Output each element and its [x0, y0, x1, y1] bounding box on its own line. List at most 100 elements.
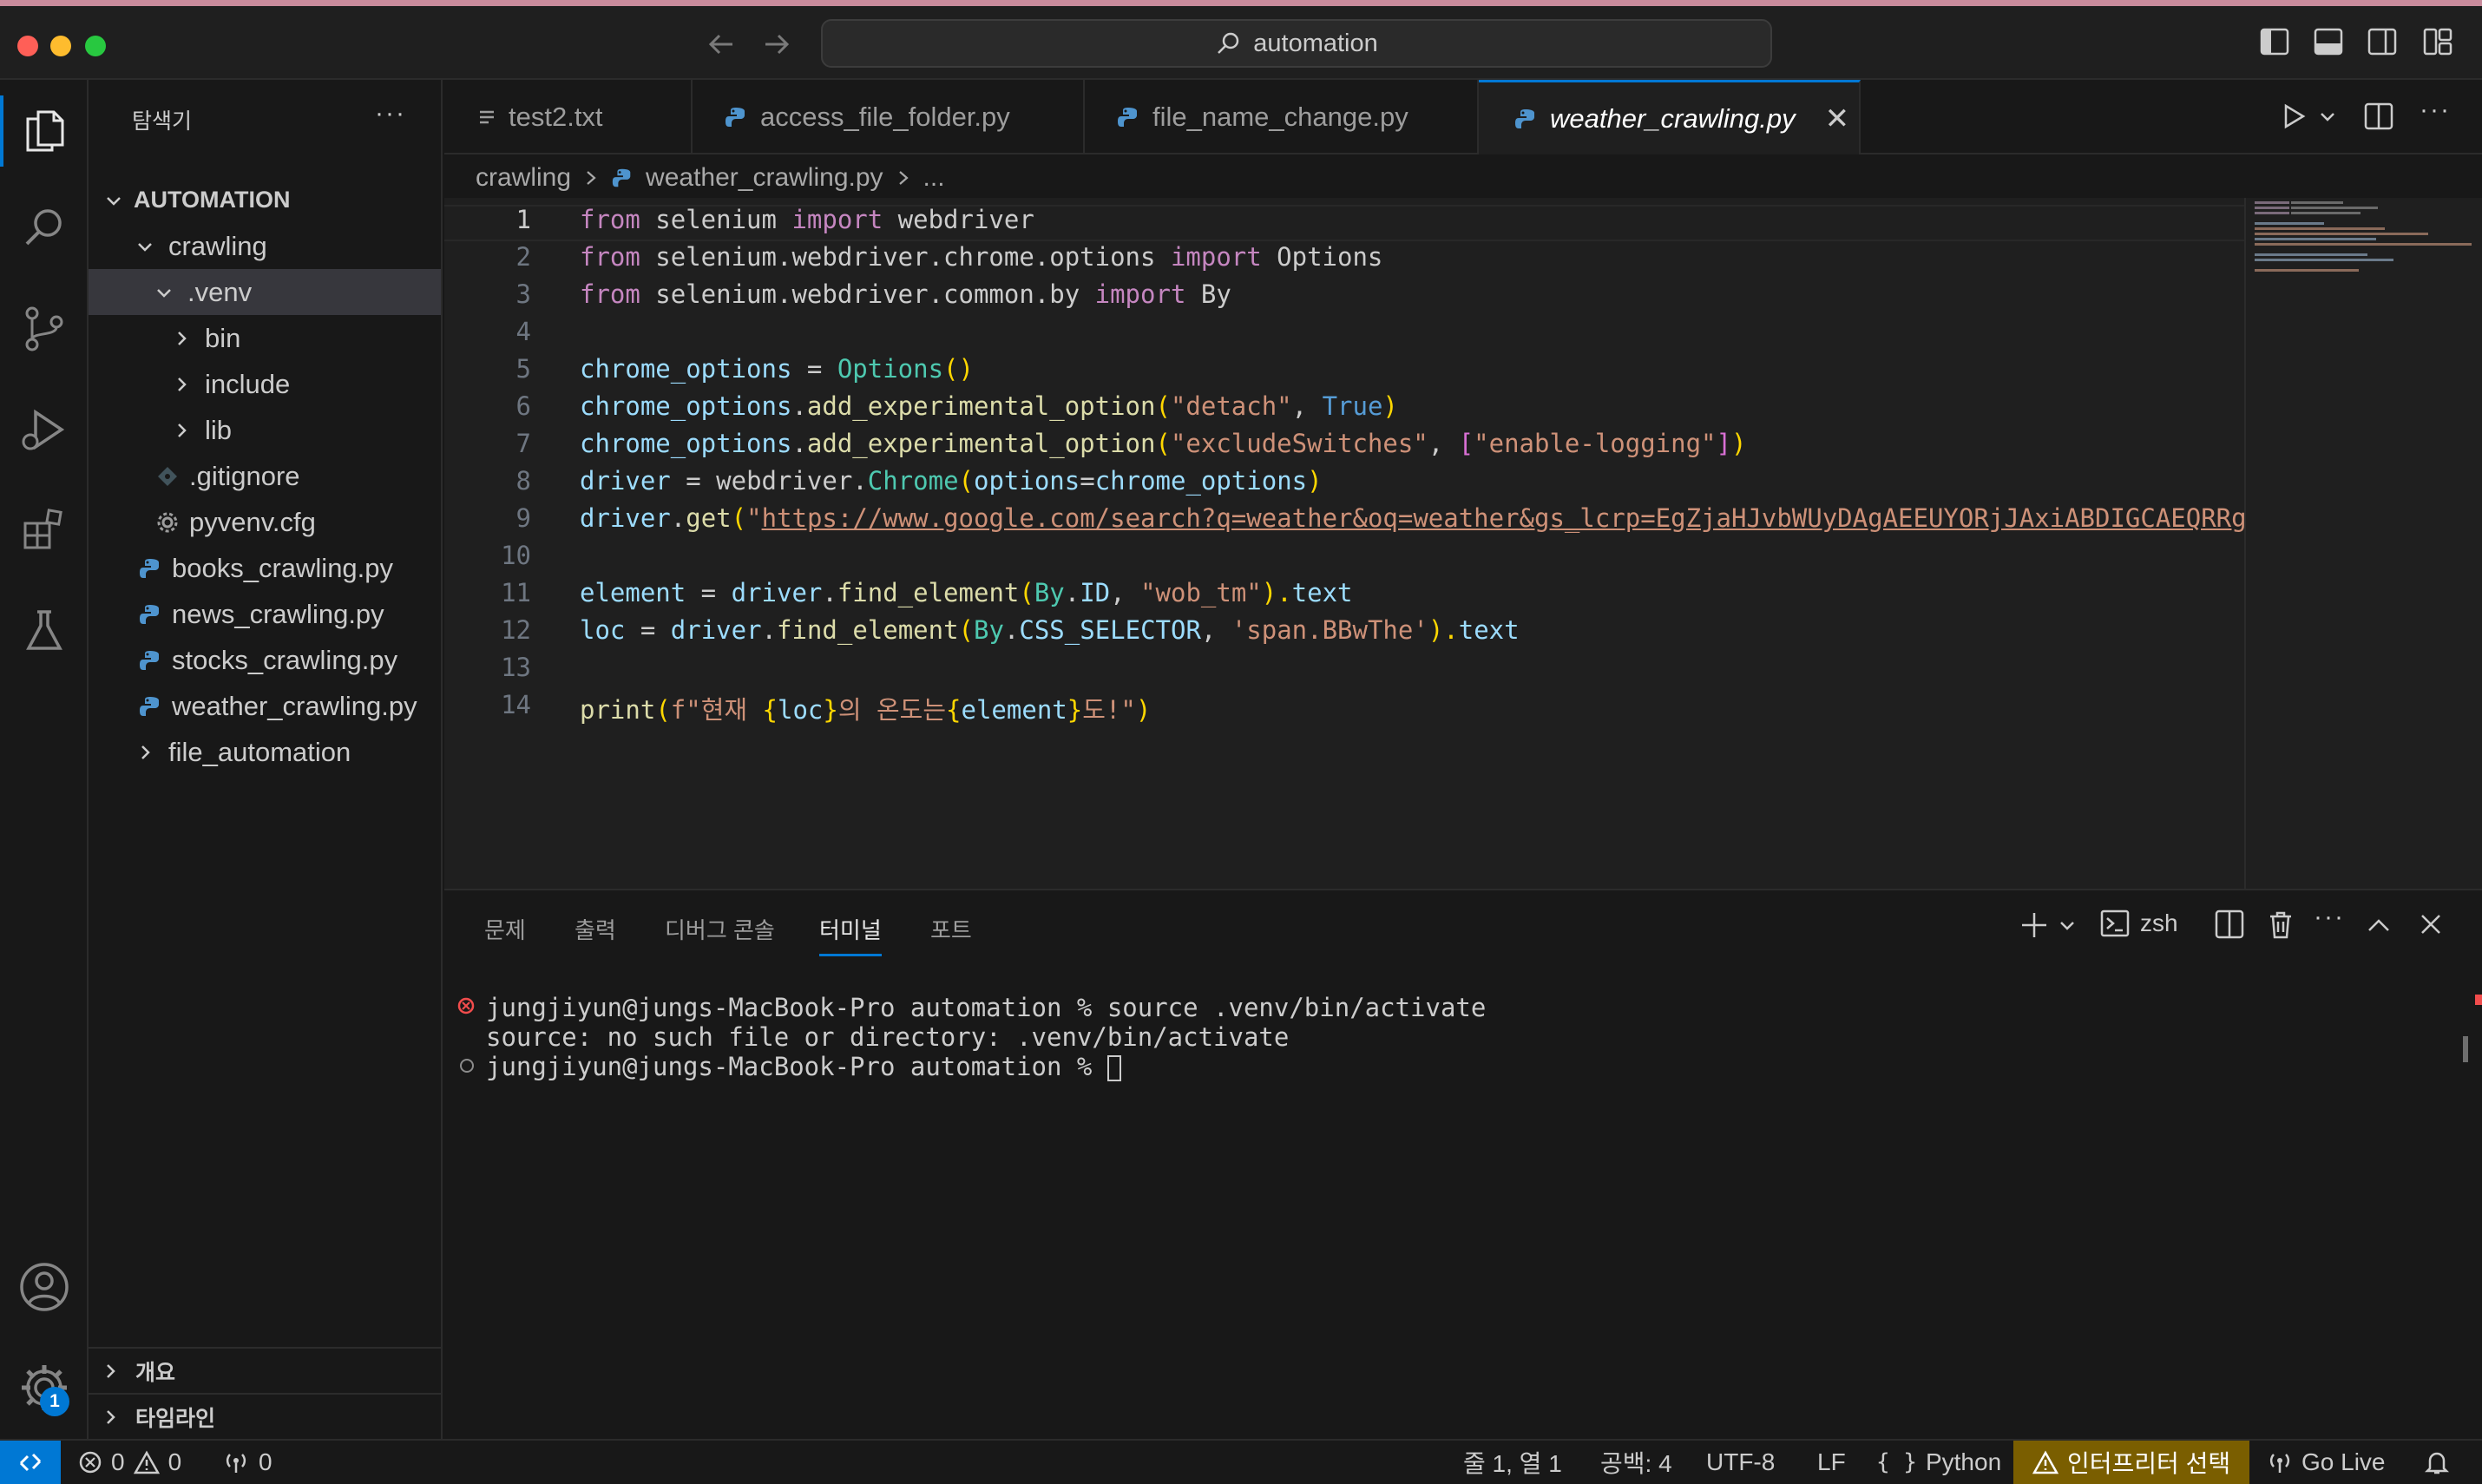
run-and-debug-icon[interactable] [9, 394, 80, 465]
tree-file-books-crawling[interactable]: books_crawling.py [89, 545, 441, 591]
line-number: 9 [515, 503, 531, 533]
code-line-1: from selenium import webdriver [580, 205, 1034, 234]
testing-icon[interactable] [9, 595, 80, 666]
split-editor-icon[interactable] [2364, 102, 2393, 130]
code-line-11: element = driver.find_element(By.ID, "wo… [580, 578, 1353, 607]
workspace-root[interactable]: AUTOMATION [89, 177, 441, 223]
minimize-window-button[interactable] [50, 36, 71, 56]
breadcrumb-symbols[interactable]: ... [923, 163, 945, 193]
terminal-profile-chevron-icon[interactable] [2058, 920, 2076, 932]
tree-file-news-crawling[interactable]: news_crawling.py [89, 591, 441, 637]
breadcrumb-folder[interactable]: crawling [476, 163, 571, 193]
toggle-secondary-sidebar-icon[interactable] [2367, 28, 2397, 56]
terminal-instance-zsh[interactable]: zsh [2100, 909, 2178, 937]
timeline-section-header[interactable]: 타임라인 [89, 1393, 441, 1439]
python-file-icon [137, 694, 163, 719]
panel-tab-problems[interactable]: 문제 [484, 913, 526, 945]
accounts-icon[interactable] [9, 1251, 80, 1323]
editor-more-actions-button[interactable]: ··· [2420, 95, 2451, 125]
tab-test2-txt[interactable]: test2.txt [444, 80, 693, 154]
trash-icon[interactable] [2267, 909, 2295, 941]
run-python-file-icon[interactable] [2281, 102, 2307, 130]
new-terminal-plus-icon[interactable] [2019, 909, 2050, 941]
source-control-icon[interactable] [9, 293, 80, 364]
tab-weather-crawling[interactable]: weather_crawling.py ✕ [1479, 80, 1861, 154]
cursor-position-status[interactable]: 줄 1, 열 1 [1463, 1441, 1562, 1484]
chevron-right-icon [168, 329, 194, 348]
eol-status[interactable]: LF [1817, 1441, 1846, 1484]
tree-item-label: file_automation [168, 736, 351, 767]
close-window-button[interactable] [17, 36, 38, 56]
tree-item-label: .gitignore [189, 460, 300, 491]
line-number: 2 [515, 242, 531, 272]
tree-file-stocks-crawling[interactable]: stocks_crawling.py [89, 637, 441, 683]
close-panel-icon[interactable] [2420, 913, 2442, 936]
timeline-label: 타임라인 [135, 1406, 216, 1431]
panel-tab-debug-console[interactable]: 디버그 콘솔 [665, 913, 775, 945]
python-file-icon [137, 648, 163, 673]
explorer-title: 탐색기 [132, 109, 193, 134]
maximize-panel-chevron-up-icon[interactable] [2366, 916, 2392, 934]
tree-folder-lib[interactable]: lib [89, 407, 441, 453]
title-bar: automation [0, 0, 2482, 80]
maximize-window-button[interactable] [85, 36, 106, 56]
indentation-status[interactable]: 공백: 4 [1600, 1441, 1672, 1484]
tree-folder-crawling[interactable]: crawling [89, 223, 441, 269]
select-interpreter-status[interactable]: 인터프리터 선택 [2013, 1441, 2250, 1484]
back-arrow-icon[interactable] [706, 30, 738, 59]
run-options-chevron-icon[interactable] [2319, 111, 2336, 123]
tree-item-label: .venv [187, 276, 253, 307]
terminal-prompt-line[interactable]: jungjiyun@jungs-MacBook-Pro automation % [486, 1052, 1121, 1081]
tree-item-label: books_crawling.py [172, 552, 394, 583]
warning-count: 0 [167, 1448, 182, 1475]
tree-file-gitignore[interactable]: .gitignore [89, 453, 441, 499]
code-line-14: print(f"현재 {loc}의 온도는{element}도!") [580, 695, 1152, 725]
remote-indicator-icon[interactable] [0, 1441, 61, 1484]
breadcrumb: crawling weather_crawling.py ... [476, 158, 945, 198]
extensions-icon[interactable] [9, 495, 80, 566]
panel-more-actions-button[interactable]: ··· [2314, 903, 2345, 932]
close-tab-icon[interactable]: ✕ [1825, 102, 1850, 136]
chevron-right-icon [896, 169, 911, 187]
search-icon [1215, 30, 1241, 56]
problems-status[interactable]: 0 0 [78, 1441, 181, 1484]
panel-tab-terminal[interactable]: 터미널 [819, 913, 882, 956]
tree-folder-include[interactable]: include [89, 361, 441, 407]
toggle-primary-sidebar-icon[interactable] [2260, 28, 2289, 56]
outline-section-header[interactable]: 개요 [89, 1347, 441, 1393]
explorer-more-actions-button[interactable]: ··· [375, 99, 406, 128]
tree-folder-bin[interactable]: bin [89, 315, 441, 361]
panel-tab-ports[interactable]: 포트 [930, 913, 972, 945]
tab-access-file-folder[interactable]: access_file_folder.py [693, 80, 1085, 154]
tree-folder-venv[interactable]: .venv [89, 269, 441, 315]
ports-status[interactable]: 0 [222, 1441, 272, 1484]
split-terminal-icon[interactable] [2215, 909, 2244, 939]
toggle-panel-icon[interactable] [2314, 28, 2343, 56]
breadcrumb-file[interactable]: weather_crawling.py [646, 163, 883, 193]
minimap[interactable] [2244, 198, 2482, 889]
customize-layout-icon[interactable] [2423, 28, 2452, 56]
tree-folder-file-automation[interactable]: file_automation [89, 729, 441, 775]
terminal-scrollbar[interactable] [2463, 1036, 2468, 1062]
tree-file-pyvenv-cfg[interactable]: pyvenv.cfg [89, 499, 441, 545]
search-icon[interactable] [9, 193, 80, 264]
encoding-status[interactable]: UTF-8 [1706, 1441, 1775, 1484]
text-file-icon [477, 108, 496, 127]
forward-arrow-icon[interactable] [760, 30, 791, 59]
window-top-edge [0, 0, 2482, 6]
code-editor[interactable]: 1 2 3 4 5 6 7 8 9 10 11 12 13 14 from se… [444, 198, 2482, 889]
command-center-search[interactable]: automation [821, 19, 1772, 68]
tree-file-weather-crawling[interactable]: weather_crawling.py [89, 683, 441, 729]
url-link[interactable]: https://www.google.com/search?q=weather&… [762, 503, 2308, 533]
tree-item-label: crawling [168, 230, 267, 261]
tab-file-name-change[interactable]: file_name_change.py [1085, 80, 1479, 154]
panel-tab-output[interactable]: 출력 [575, 913, 616, 945]
language-mode-status[interactable]: { } Python [1876, 1441, 2001, 1484]
code-line-8: driver = webdriver.Chrome(options=chrome… [580, 466, 1323, 496]
go-live-status[interactable]: Go Live [2267, 1441, 2386, 1484]
explorer-icon[interactable] [0, 95, 87, 167]
line-number: 5 [515, 354, 531, 384]
braces-icon: { } [1876, 1449, 1917, 1475]
tab-label: test2.txt [509, 102, 603, 132]
notifications-bell-icon[interactable] [2425, 1441, 2449, 1484]
